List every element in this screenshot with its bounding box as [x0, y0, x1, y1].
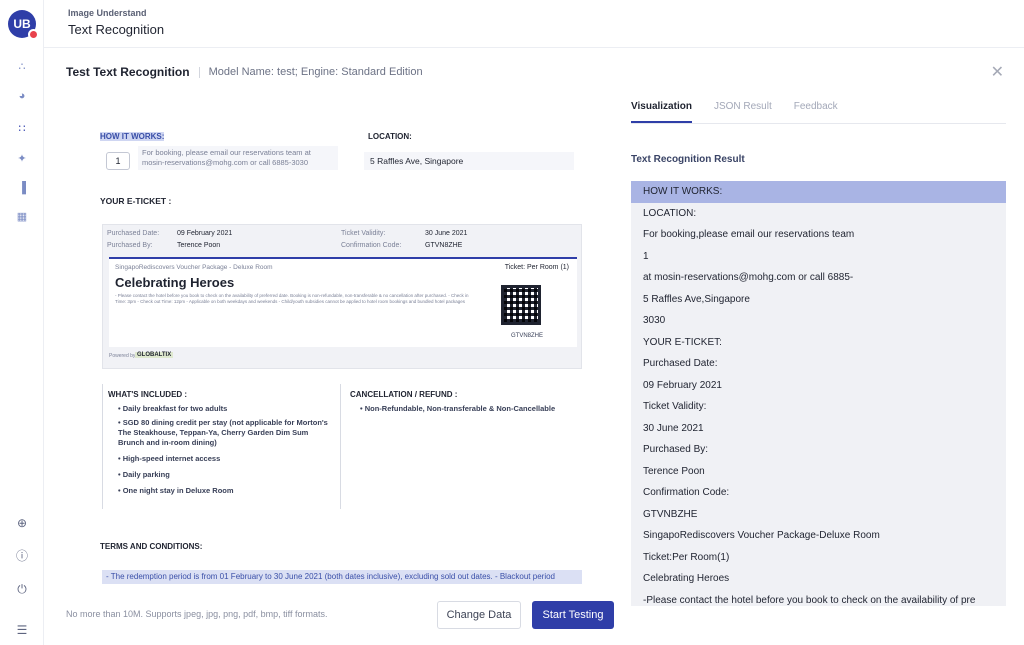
result-line[interactable]: Purchased Date: — [631, 353, 1006, 375]
doc-ticket-card: SingapoRediscovers Voucher Package - Del… — [109, 257, 577, 347]
engine-value: Standard Edition — [341, 66, 423, 78]
result-line[interactable]: HOW IT WORKS: — [631, 181, 1006, 203]
tab-json-result[interactable]: JSON Result — [714, 101, 772, 125]
close-icon[interactable]: ✕ — [991, 62, 1004, 82]
page-title: Text Recognition — [68, 22, 165, 37]
doc-powered-brand: GLOBALTIX — [135, 352, 174, 358]
start-testing-button[interactable]: Start Testing — [532, 601, 614, 629]
doc-confirmation-value: GTVN8ZHE — [425, 242, 463, 249]
result-line[interactable]: Terence Poon — [631, 461, 1006, 483]
doc-included-item: • Daily breakfast for two adults — [118, 404, 228, 413]
doc-ticket-validity-value: 30 June 2021 — [425, 230, 468, 237]
result-line[interactable]: 1 — [631, 246, 1006, 268]
people-icon[interactable]: ∷ — [14, 120, 30, 136]
header-divider — [198, 66, 200, 78]
doc-location-label: LOCATION: — [368, 132, 412, 141]
doc-package-name: SingapoRediscovers Voucher Package - Del… — [115, 264, 273, 271]
result-line[interactable]: GTVNBZHE — [631, 504, 1006, 526]
bar-chart-icon[interactable]: ▐ — [14, 180, 30, 196]
qr-code-icon — [501, 285, 541, 325]
result-line[interactable]: Ticket Validity: — [631, 396, 1006, 418]
doc-cancellation-label: CANCELLATION / REFUND : — [350, 390, 458, 399]
doc-step-number: 1 — [106, 152, 130, 170]
document-preview: HOW IT WORKS: LOCATION: 1 For booking, p… — [96, 112, 586, 592]
doc-qr-code-text: GTVN8ZHE — [510, 333, 543, 339]
doc-terms-text: - The redemption period is from 01 Febru… — [102, 570, 582, 584]
doc-confirmation-label: Confirmation Code: — [341, 242, 402, 249]
tab-visualization[interactable]: Visualization — [631, 101, 692, 125]
top-bar: Image Understand Text Recognition — [44, 0, 1024, 48]
doc-powered-by: Powered by — [109, 353, 136, 359]
doc-included-label: WHAT'S INCLUDED : — [108, 390, 188, 399]
doc-included-item: • Daily parking — [118, 470, 170, 479]
result-line[interactable]: For booking,please email our reservation… — [631, 224, 1006, 246]
doc-purchased-date-value: 09 February 2021 — [177, 230, 233, 237]
sidebar: UB ∴ ◕ ∷ ✦ ▐ ▦ ⊕ ⓘ ⏻ ☰ — [0, 0, 44, 645]
result-tabs: Visualization JSON Result Feedback — [631, 101, 838, 125]
doc-location-value: 5 Raffles Ave, Singapore — [364, 152, 574, 170]
doc-terms-label: TERMS AND CONDITIONS: — [100, 542, 203, 551]
model-value: test; — [277, 66, 298, 78]
doc-purchased-by-value: Terence Poon — [177, 242, 221, 249]
doc-eticket-label: YOUR E-TICKET : — [100, 196, 172, 206]
result-line[interactable]: Purchased By: — [631, 439, 1006, 461]
doc-purchased-by-label: Purchased By: — [107, 242, 153, 249]
result-line[interactable]: SingapoRediscovers Voucher Package-Delux… — [631, 525, 1006, 547]
app-logo[interactable]: UB — [8, 10, 39, 40]
logo-badge — [28, 29, 39, 40]
result-line[interactable]: 5 Raffles Ave,Singapore — [631, 289, 1006, 311]
doc-event-title: Celebrating Heroes — [115, 275, 235, 290]
engine-label: Engine: — [300, 66, 339, 78]
result-line[interactable]: Confirmation Code: — [631, 482, 1006, 504]
panel-heading: Test Text Recognition — [66, 65, 190, 79]
breadcrumb[interactable]: Image Understand — [68, 8, 147, 18]
result-line[interactable]: LOCATION: — [631, 203, 1006, 225]
doc-purchased-date-label: Purchased Date: — [107, 230, 160, 237]
upload-hint: No more than 10M. Supports jpeg, jpg, pn… — [66, 609, 328, 619]
doc-included-item: • SGD 80 dining credit per stay (not app… — [118, 418, 328, 447]
doc-how-it-works: HOW IT WORKS: — [100, 132, 165, 141]
result-line[interactable]: 09 February 2021 — [631, 375, 1006, 397]
pie-icon[interactable]: ◕ — [14, 88, 30, 104]
doc-cancellation-text: • Non-Refundable, Non-transferable & Non… — [360, 404, 556, 413]
help-icon[interactable]: ⓘ — [14, 547, 30, 563]
result-line[interactable]: -Please contact the hotel before you boo… — [631, 590, 1006, 607]
power-icon[interactable]: ⏻ — [14, 581, 30, 597]
doc-included-item: • One night stay in Deluxe Room — [118, 486, 234, 495]
model-label: Model Name: — [208, 66, 274, 78]
result-title: Text Recognition Result — [631, 154, 745, 165]
doc-details-columns: WHAT'S INCLUDED : • Daily breakfast for … — [102, 384, 582, 509]
result-line[interactable]: 30 June 2021 — [631, 418, 1006, 440]
doc-ticket-type: Ticket: Per Room (1) — [504, 264, 569, 271]
result-line[interactable]: Ticket:Per Room(1) — [631, 547, 1006, 569]
tabs-divider — [631, 123, 1006, 124]
change-data-button[interactable]: Change Data — [437, 601, 521, 629]
doc-fine-print: - Please contact the hotel before you bo… — [115, 293, 469, 304]
result-line[interactable]: YOUR E-TICKET: — [631, 332, 1006, 354]
menu-icon[interactable]: ☰ — [14, 622, 30, 638]
panel-header: Test Text Recognition Model Name: test; … — [66, 64, 423, 80]
result-line[interactable]: at mosin-reservations@mohg.com or call 6… — [631, 267, 1006, 289]
result-line[interactable]: Celebrating Heroes — [631, 568, 1006, 590]
doc-column-divider — [340, 384, 341, 509]
globe-icon[interactable]: ⊕ — [14, 515, 30, 531]
tab-feedback[interactable]: Feedback — [794, 101, 838, 125]
doc-ticket: Purchased Date: 09 February 2021 Ticket … — [102, 224, 582, 369]
sparkle-icon[interactable]: ✦ — [14, 150, 30, 166]
doc-column-border — [102, 384, 103, 509]
dashboard-icon[interactable]: ▦ — [14, 208, 30, 224]
doc-booking-text: For booking, please email our reservatio… — [138, 146, 338, 170]
result-line[interactable]: 3030 — [631, 310, 1006, 332]
result-list[interactable]: HOW IT WORKS: LOCATION: For booking,please… — [631, 181, 1006, 606]
doc-included-item: • High-speed internet access — [118, 454, 221, 463]
nodes-icon[interactable]: ∴ — [14, 58, 30, 74]
doc-ticket-validity-label: Ticket Validity: — [341, 230, 386, 237]
logo-text: UB — [13, 17, 31, 31]
